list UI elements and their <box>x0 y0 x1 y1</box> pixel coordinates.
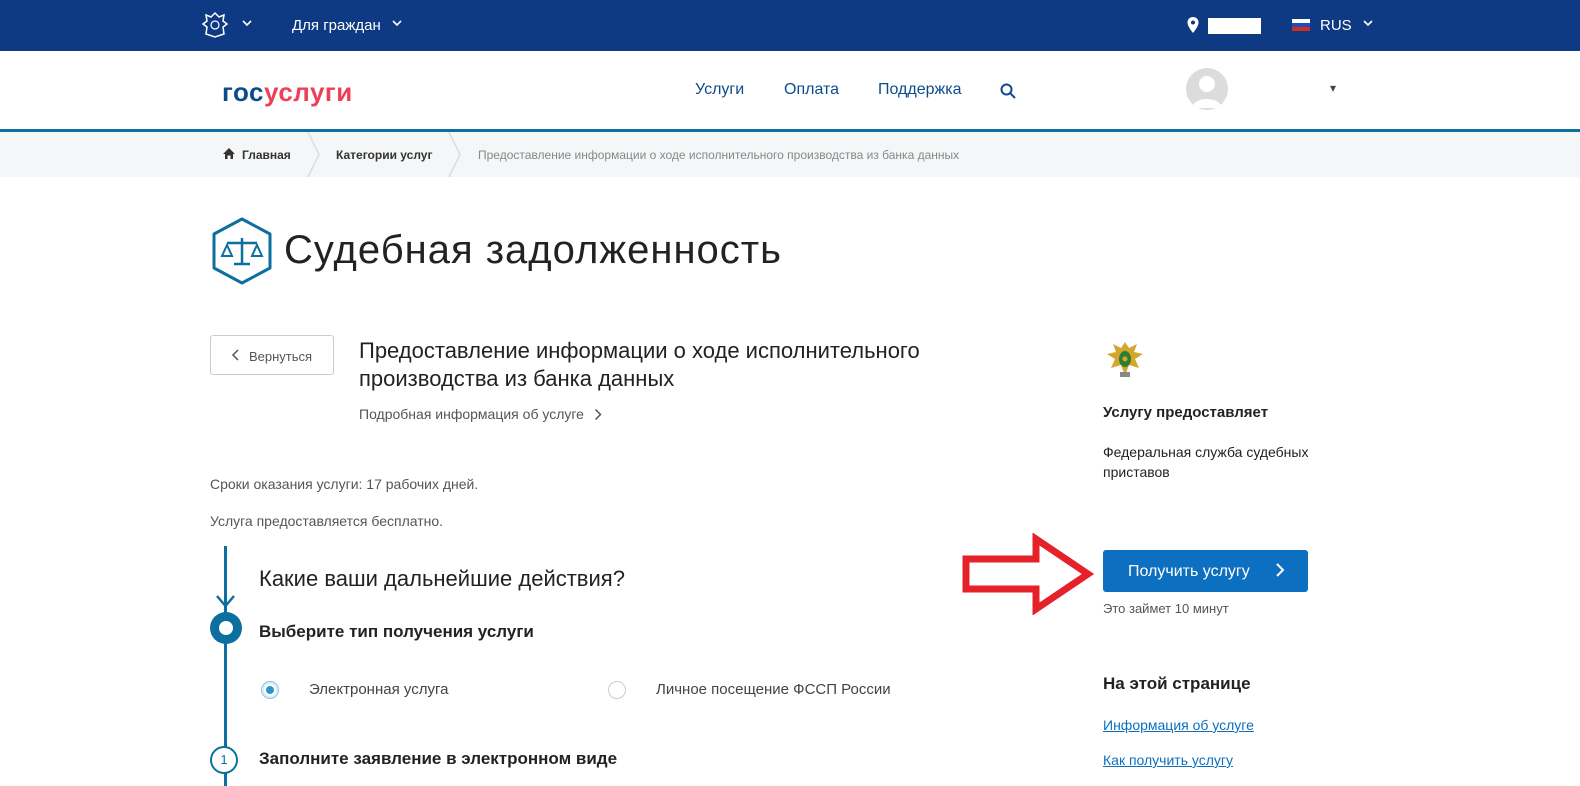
top-bar: Для граждан RUS <box>0 0 1580 51</box>
option-label[interactable]: Электронная услуга <box>309 681 448 698</box>
home-icon <box>223 148 235 159</box>
breadcrumb-separator <box>307 132 320 177</box>
chevron-left-icon <box>231 348 241 365</box>
breadcrumb-home[interactable]: Главная <box>242 148 291 162</box>
time-estimate: Это займет 10 минут <box>1103 601 1229 616</box>
language-selector[interactable]: RUS <box>1320 17 1352 34</box>
emblem-icon[interactable] <box>200 10 230 40</box>
step-number: 1 <box>210 746 238 774</box>
scales-icon <box>212 217 272 285</box>
avatar[interactable] <box>1186 68 1228 110</box>
current-step-marker <box>210 612 242 644</box>
user-menu-caret-icon[interactable]: ▾ <box>1330 81 1336 95</box>
service-details-link[interactable]: Подробная информация об услуге <box>359 406 602 422</box>
provider-name: Федеральная служба судебных приставов <box>1103 444 1309 480</box>
search-icon[interactable] <box>1000 83 1016 99</box>
red-arrow-annotation <box>962 533 1094 615</box>
provider-heading: Услугу предоставляет <box>1103 404 1269 421</box>
nav-payment[interactable]: Оплата <box>784 81 839 99</box>
service-info-link[interactable]: Информация об услуге <box>1103 717 1254 733</box>
breadcrumb-categories[interactable]: Категории услуг <box>336 148 432 162</box>
service-cost: Услуга предоставляется бесплатно. <box>210 513 444 529</box>
site-header: госуслуги Услуги Оплата Поддержка ▾ <box>0 51 1580 132</box>
gosuslugi-logo[interactable]: госуслуги <box>222 77 353 108</box>
breadcrumb-current: Предоставление информации о ходе исполни… <box>478 148 960 162</box>
nav-support[interactable]: Поддержка <box>878 81 961 99</box>
location-pin-icon[interactable] <box>1186 16 1200 34</box>
radio-personal-visit[interactable] <box>608 681 626 699</box>
get-service-button[interactable]: Получить услугу <box>1103 550 1308 592</box>
arrow-down-icon <box>216 595 235 608</box>
next-steps-heading: Какие ваши дальнейшие действия? <box>259 566 625 591</box>
how-to-get-link[interactable]: Как получить услугу <box>1103 752 1233 768</box>
chevron-down-icon[interactable] <box>241 17 253 29</box>
chevron-right-icon <box>594 408 602 421</box>
on-page-heading: На этой странице <box>1103 674 1251 693</box>
citizens-menu[interactable]: Для граждан <box>292 17 381 34</box>
chevron-down-icon[interactable] <box>391 17 403 29</box>
breadcrumb: Главная Категории услуг Предоставление и… <box>0 132 1580 177</box>
service-terms: Сроки оказания услуги: 17 рабочих дней. <box>210 476 479 492</box>
nav-services[interactable]: Услуги <box>695 81 744 99</box>
service-title: Предоставление информации о ходе исполни… <box>359 338 920 391</box>
page-title: Судебная задолженность <box>284 228 782 272</box>
breadcrumb-separator <box>448 132 461 177</box>
radio-electronic-service[interactable] <box>261 681 279 699</box>
back-button[interactable]: Вернуться <box>210 335 334 375</box>
step-title: Заполните заявление в электронном виде <box>259 749 618 768</box>
option-label[interactable]: Личное посещение ФССП России <box>656 681 891 698</box>
chevron-right-icon <box>1276 563 1285 577</box>
fssp-emblem-icon <box>1107 342 1143 377</box>
russia-flag-icon <box>1292 19 1310 31</box>
step-title: Выберите тип получения услуги <box>259 622 534 641</box>
chevron-down-icon[interactable] <box>1362 17 1374 29</box>
location-field[interactable] <box>1208 18 1261 34</box>
